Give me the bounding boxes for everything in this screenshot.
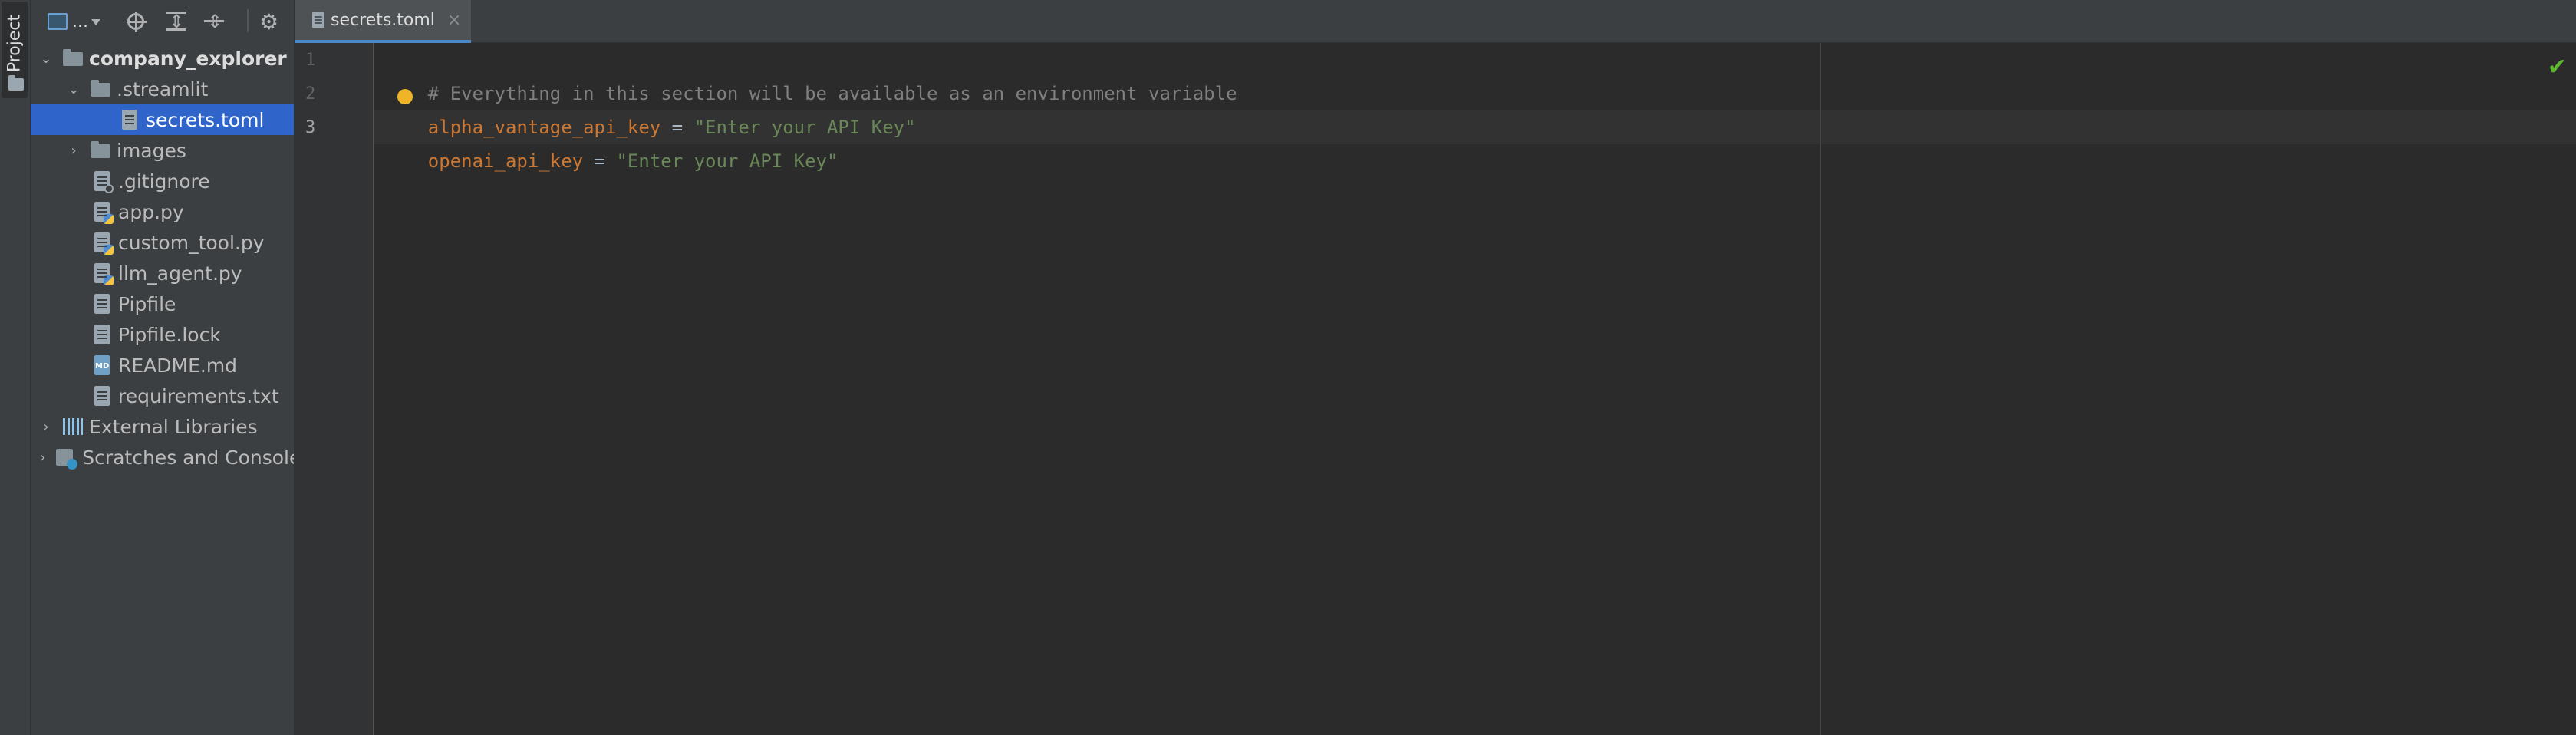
chevron-down-icon[interactable]: ⌄ (40, 51, 52, 67)
right-margin-guide (1820, 43, 1821, 735)
toml-file-icon (312, 12, 324, 28)
project-tool-window-button[interactable]: Project (2, 2, 28, 98)
folder-icon (91, 80, 110, 97)
tree-item-label: images (117, 139, 186, 162)
tree-item-label: .gitignore (118, 170, 210, 193)
code-line-3[interactable]: openai_api_key = "Enter your API Key" (384, 110, 838, 172)
tool-window-stripe: Project (0, 0, 31, 735)
gear-icon: ⚙ (259, 8, 279, 35)
tree-item-readme-md[interactable]: README.md (31, 350, 294, 381)
tree-item-app-py[interactable]: app.py (31, 196, 294, 227)
folder-icon (8, 75, 24, 91)
collapse-all-button[interactable] (204, 9, 224, 34)
options-button[interactable]: ⚙ (259, 8, 279, 35)
markdown-file-icon (94, 355, 110, 375)
text-file-icon (94, 325, 110, 344)
assignment-operator: = (583, 150, 617, 172)
tab-secrets-toml[interactable]: secrets.toml × (295, 0, 471, 43)
select-opened-file-button[interactable] (127, 9, 147, 34)
expand-all-icon (166, 9, 186, 34)
line-number: 1 (305, 51, 316, 70)
tree-item-custom-tool-py[interactable]: custom_tool.py (31, 227, 294, 258)
python-file-icon (94, 202, 114, 224)
tree-item-label: secrets.toml (146, 108, 265, 131)
tree-item-label: llm_agent.py (118, 262, 242, 285)
folder-icon (91, 141, 110, 158)
chevron-right-icon[interactable]: › (68, 143, 80, 159)
expand-all-button[interactable] (166, 9, 186, 34)
gitignore-file-icon (94, 171, 114, 193)
project-panel: ... ⚙ ⌄ company_explorer ⌄ .streamlit (31, 0, 295, 735)
line-number-current: 3 (305, 118, 316, 137)
crosshair-icon (127, 12, 147, 32)
folder-icon (63, 49, 83, 66)
toml-string-value: "Enter your API Key" (616, 150, 838, 172)
tree-item-llm-agent-py[interactable]: llm_agent.py (31, 258, 294, 288)
tree-item-requirements-txt[interactable]: requirements.txt (31, 381, 294, 411)
view-selector-dropdown[interactable]: ... (48, 9, 100, 34)
tree-item-pipfile-lock[interactable]: Pipfile.lock (31, 319, 294, 350)
libraries-icon (63, 418, 83, 435)
code-line-1[interactable]: # Everything in this section will be ava… (384, 43, 1237, 104)
chevron-right-icon[interactable]: › (40, 419, 52, 435)
tree-item-images[interactable]: › images (31, 135, 294, 166)
scratches-icon (56, 449, 78, 470)
text-file-icon (94, 386, 110, 406)
line-number-gutter: 1 2 3 (295, 43, 374, 735)
python-file-icon (94, 232, 114, 255)
tree-item-label: company_explorer (89, 47, 287, 70)
chevron-right-icon[interactable]: › (40, 450, 45, 466)
lightbulb-icon[interactable] (397, 89, 413, 104)
tree-item-label: Pipfile.lock (118, 323, 221, 346)
tab-label: secrets.toml (331, 10, 435, 30)
tree-item-label: app.py (118, 200, 184, 223)
config-file-icon (94, 294, 110, 314)
line-number: 2 (305, 84, 316, 104)
tree-item-label: requirements.txt (118, 384, 279, 407)
code-line-2[interactable]: alpha_vantage_api_key = "Enter your API … (384, 77, 916, 138)
tree-item-streamlit[interactable]: ⌄ .streamlit (31, 74, 294, 104)
window-icon (48, 13, 68, 30)
tree-item-scratches[interactable]: › Scratches and Consoles (31, 442, 295, 473)
collapse-all-icon (204, 9, 224, 34)
tree-item-gitignore[interactable]: .gitignore (31, 166, 294, 196)
tree-item-label: Scratches and Consoles (82, 446, 295, 469)
tree-item-company-explorer[interactable]: ⌄ company_explorer (31, 43, 294, 74)
checkmark-icon[interactable]: ✔ (2548, 54, 2567, 81)
tree-item-label: custom_tool.py (118, 231, 265, 254)
view-selector-label: ... (72, 12, 88, 31)
tree-item-external-libraries[interactable]: › External Libraries (31, 411, 294, 442)
project-toolbar: ... ⚙ (31, 0, 294, 43)
chevron-down-icon (91, 19, 100, 25)
code-editor[interactable]: # Everything in this section will be ava… (374, 43, 2576, 735)
tree-item-label: Pipfile (118, 292, 176, 315)
tree-item-pipfile[interactable]: Pipfile (31, 288, 294, 319)
chevron-down-icon[interactable]: ⌄ (68, 81, 80, 97)
toolbar-divider (247, 9, 249, 32)
tree-item-label: External Libraries (89, 415, 258, 438)
tree-item-label: .streamlit (117, 77, 209, 101)
toml-file-icon (122, 110, 137, 130)
tree-item-label: README.md (118, 354, 238, 377)
toml-key: openai_api_key (427, 150, 584, 172)
tree-item-secrets-toml[interactable]: secrets.toml (31, 104, 294, 135)
editor-tab-bar: secrets.toml × (295, 0, 2576, 43)
python-file-icon (94, 263, 114, 285)
close-icon[interactable]: × (447, 11, 461, 30)
project-stripe-label: Project (5, 14, 25, 73)
